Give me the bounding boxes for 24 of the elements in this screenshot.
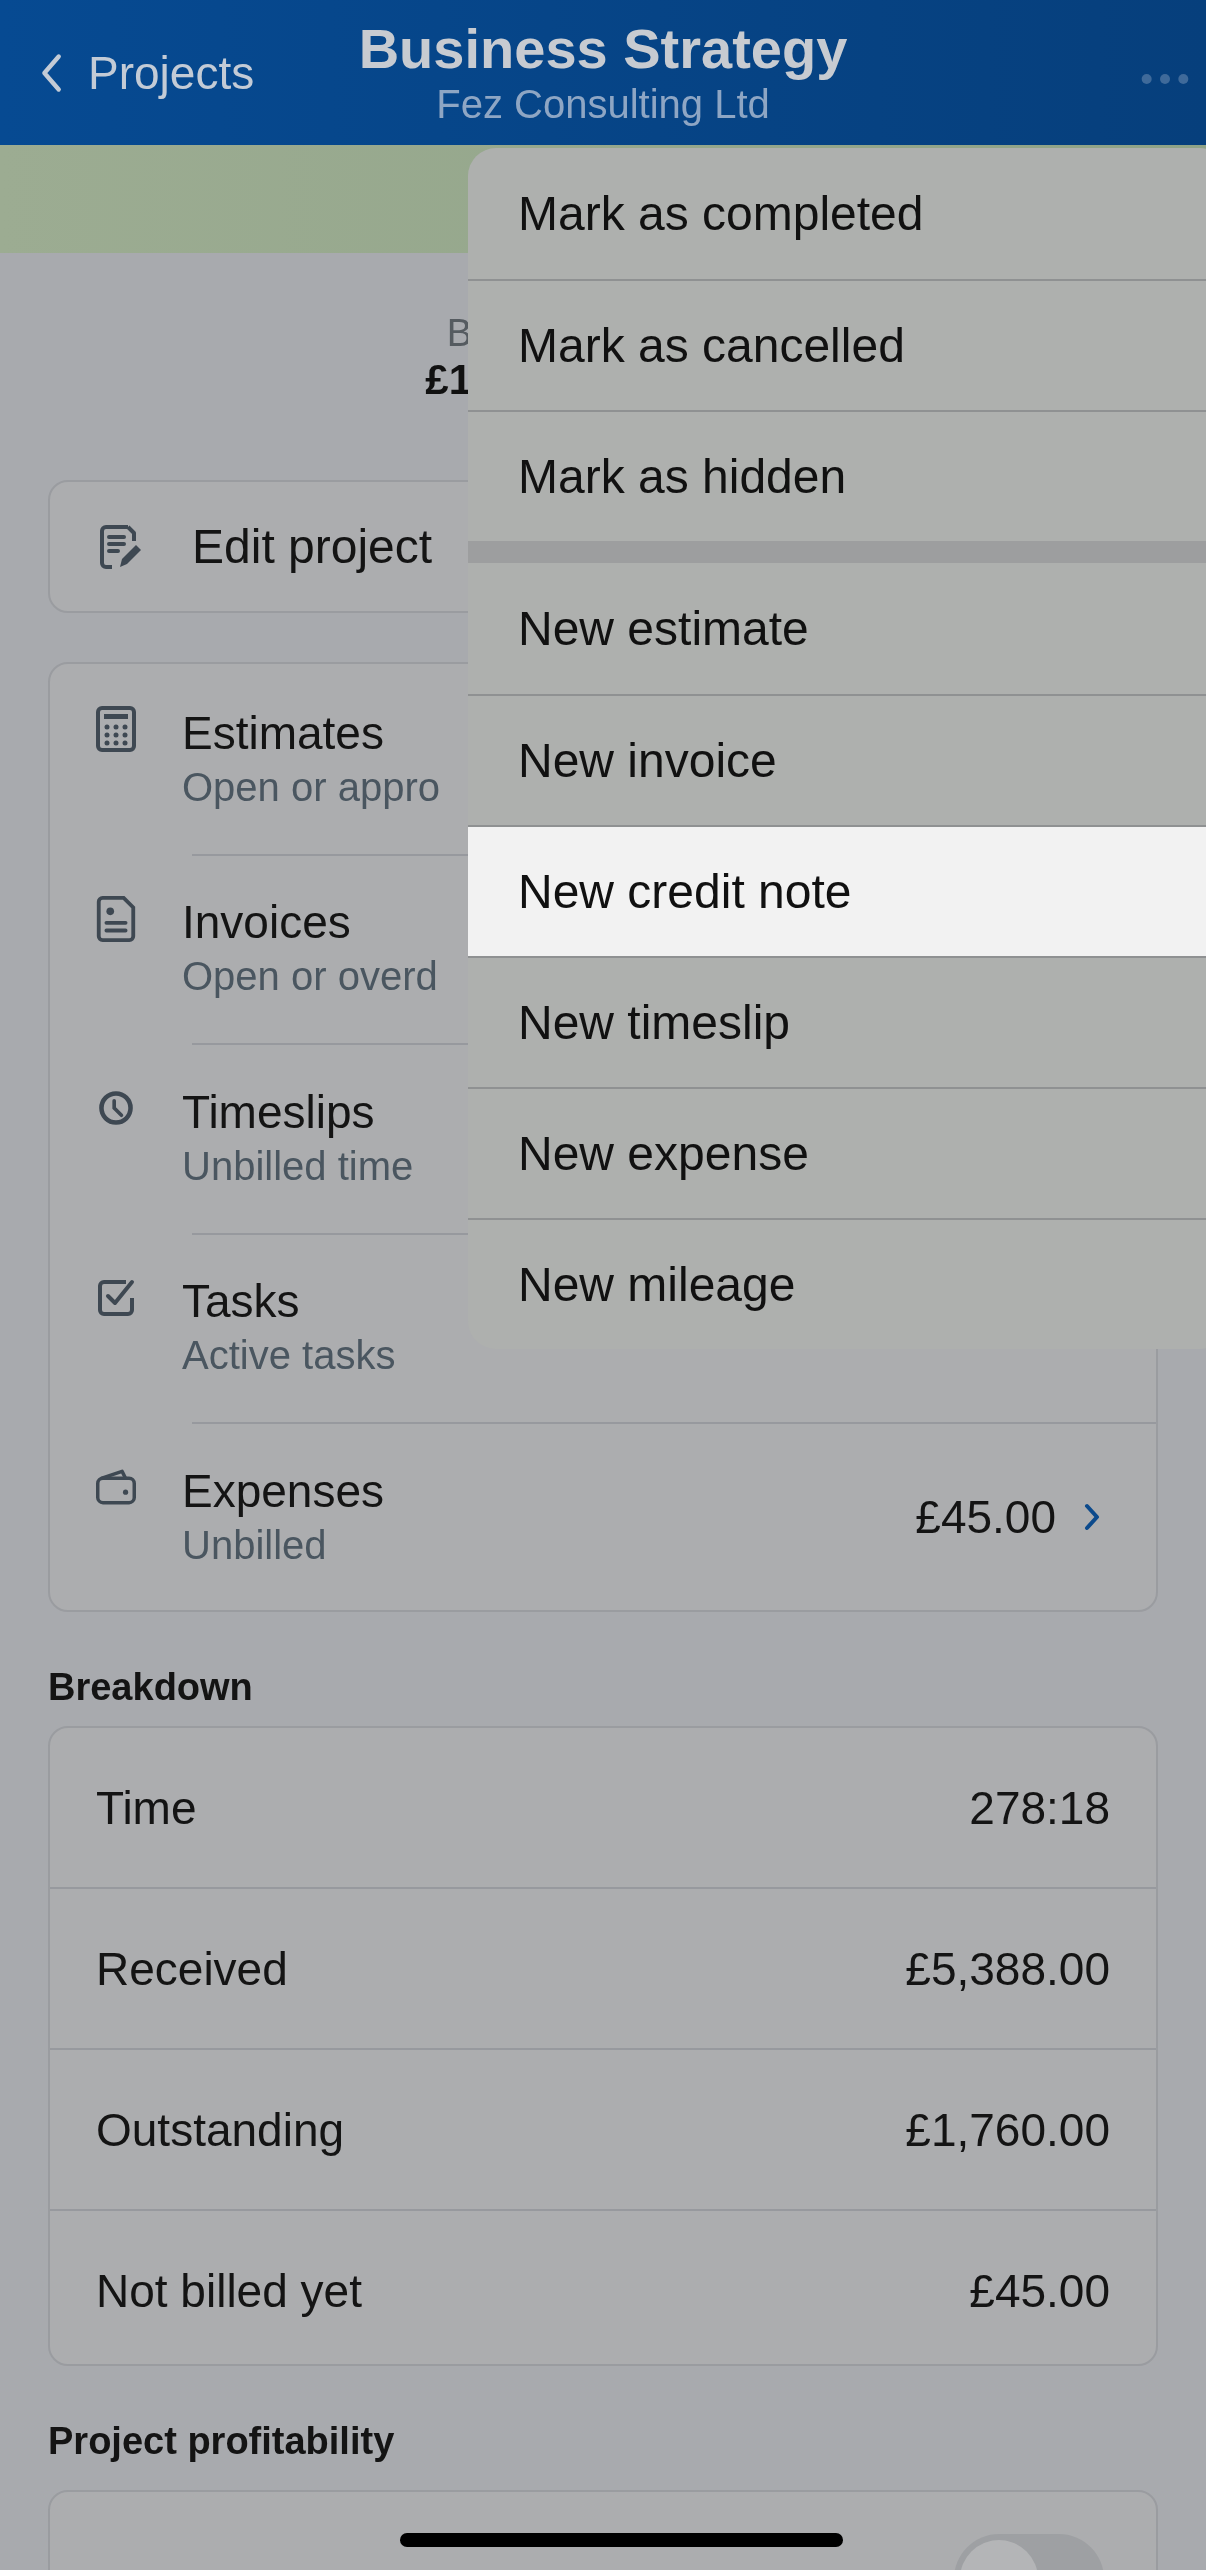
section-subtitle: Unbilled time [182,1142,414,1190]
breakdown-label: Time [96,1780,197,1835]
section-subtitle: Unbilled [182,1521,327,1569]
section-title: Timeslips [182,1084,375,1140]
breakdown-value: 278:18 [969,1780,1110,1835]
summary-amount: £1 [425,355,472,405]
breakdown-value: £5,388.00 [905,1941,1110,1996]
breakdown-label: Outstanding [96,2102,345,2157]
breakdown-value: £45.00 [969,2263,1110,2318]
section-subtitle: Open or appro [182,763,440,811]
section-subtitle: Active tasks [182,1332,396,1380]
section-title: Expenses [182,1463,384,1519]
section-title: Estimates [182,705,384,761]
nav-title: Business Strategy [358,16,848,82]
section-heading: Project profitability [48,2419,396,2464]
section-heading: Breakdown [48,1665,254,1710]
section-title: Tasks [182,1274,300,1330]
section-subtitle: Open or overd [182,953,438,1001]
section-value: £45.00 [915,1489,1056,1544]
breakdown-label: Received [96,1941,288,1996]
nav-subtitle: Fez Consulting Ltd [436,82,770,126]
breakdown-label: Not billed yet [96,2263,362,2318]
section-title: Invoices [182,895,351,951]
breakdown-value: £1,760.00 [905,2102,1110,2157]
